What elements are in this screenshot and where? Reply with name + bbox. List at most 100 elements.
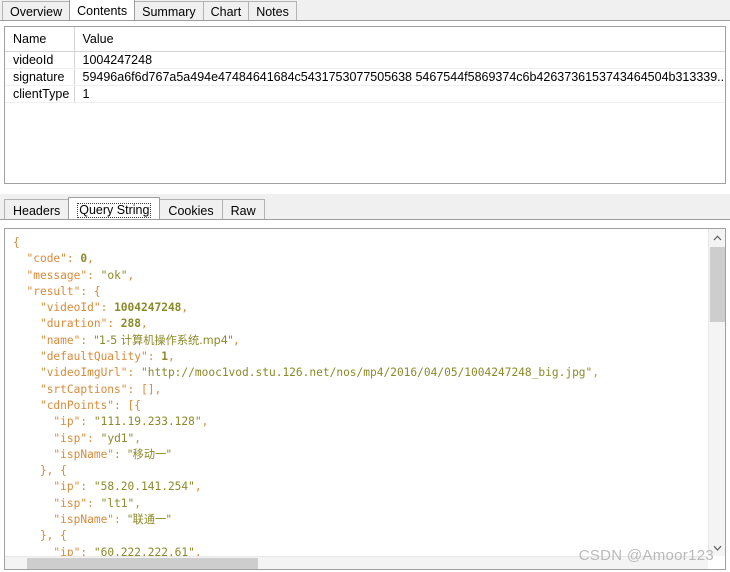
json-token: , <box>181 301 189 315</box>
tab-label: Contents <box>77 4 128 18</box>
json-token: , <box>201 415 209 429</box>
tab-label: Raw <box>230 204 256 218</box>
json-token: "ok" <box>100 268 128 282</box>
json-token: : { <box>80 284 101 298</box>
json-token: "60.222.222.61" <box>93 545 195 556</box>
json-content: { "code": 0, "message": "ok", "result": … <box>5 229 708 556</box>
json-token: "lt1" <box>100 496 135 510</box>
cell-param-value: 1 <box>74 85 725 103</box>
json-token: "联通一" <box>127 513 172 527</box>
json-scroll-area[interactable]: { "code": 0, "message": "ok", "result": … <box>5 229 708 556</box>
chevron-down-icon[interactable] <box>709 539 725 556</box>
json-token: { <box>13 236 20 249</box>
tab-summary[interactable]: Summary <box>134 1 204 20</box>
json-token: "duration" <box>39 317 108 331</box>
tab-label: Overview <box>10 5 63 19</box>
json-token: "ispName" <box>53 513 115 527</box>
column-header-name[interactable]: Name <box>5 27 75 52</box>
json-token: : <box>147 350 162 364</box>
table-row[interactable]: signature 59496a6f6d767a5a494e47484641684… <box>5 68 725 86</box>
json-token: , <box>194 480 202 494</box>
json-token: }, { <box>13 464 67 478</box>
tab-label: Cookies <box>168 204 214 218</box>
json-token: , <box>127 268 135 282</box>
cell-param-name: clientType <box>5 85 75 103</box>
json-token: "result" <box>26 284 81 298</box>
horizontal-scrollbar-thumb[interactable] <box>27 558 258 569</box>
json-token: "yd1" <box>100 431 135 445</box>
json-token: : <box>87 431 101 445</box>
json-token: "1-5 计算机操作系统.mp4" <box>93 333 233 347</box>
json-token: : <box>127 366 141 380</box>
json-token: : <box>66 252 81 266</box>
cell-param-name: videoId <box>5 51 75 69</box>
tab-label: Chart <box>210 5 242 19</box>
table-row[interactable]: videoId 1004247248 <box>5 51 725 69</box>
tab-chart[interactable]: Chart <box>202 1 250 20</box>
json-token: "videoImgUrl" <box>39 366 128 380</box>
vertical-scrollbar[interactable] <box>708 229 725 556</box>
table-header-row: Name Value <box>5 27 725 52</box>
cell-param-name: signature <box>5 68 75 86</box>
json-token: , <box>167 350 175 364</box>
tab-label: Notes <box>256 5 289 19</box>
tab-cookies[interactable]: Cookies <box>159 199 223 219</box>
json-token: "code" <box>26 252 67 266</box>
query-params-table-panel: Name Value videoId 1004247248 signature 594… <box>4 26 726 184</box>
json-token: "message" <box>26 268 88 282</box>
contents-tabstrip: Overview Contents Summary Chart Notes <box>0 0 730 21</box>
tab-label: Summary <box>142 5 196 19</box>
tab-contents[interactable]: Contents <box>69 0 136 20</box>
json-token: , <box>134 431 142 445</box>
json-token: "srtCaptions" <box>39 382 128 396</box>
column-header-value[interactable]: Value <box>74 27 725 52</box>
json-token: , <box>194 545 202 556</box>
json-token: : <box>80 415 94 429</box>
tab-notes[interactable]: Notes <box>248 1 297 20</box>
json-token: : <box>80 333 94 347</box>
tab-overview[interactable]: Overview <box>2 1 71 20</box>
json-token: , <box>134 496 142 510</box>
json-token: }, { <box>13 529 67 543</box>
json-token: "ip" <box>53 480 81 494</box>
json-token: 1 <box>161 350 168 364</box>
tab-query-string[interactable]: Query String <box>68 197 161 219</box>
json-token: , <box>141 317 148 331</box>
table-row[interactable]: clientType 1 <box>5 85 725 103</box>
json-token: [] <box>141 382 155 396</box>
tab-headers[interactable]: Headers <box>4 199 70 219</box>
chevron-up-icon[interactable] <box>709 229 725 246</box>
json-token: "videoId" <box>39 301 101 315</box>
json-token: 1004247248 <box>114 301 182 315</box>
tab-raw[interactable]: Raw <box>221 199 265 219</box>
response-json-panel: { "code": 0, "message": "ok", "result": … <box>4 228 726 570</box>
json-token: "name" <box>39 333 81 347</box>
json-token: "isp" <box>53 431 88 445</box>
vertical-scrollbar-thumb[interactable] <box>710 247 725 322</box>
json-token: "http://mooc1vod.stu.126.net/nos/mp4/201… <box>141 366 593 380</box>
json-token: 288 <box>120 317 142 331</box>
json-token: : <box>87 496 101 510</box>
json-token: : <box>80 545 94 556</box>
json-token: : [{ <box>114 398 141 412</box>
horizontal-scrollbar[interactable] <box>5 556 708 569</box>
json-token: : <box>80 480 94 494</box>
json-token: "111.19.233.128" <box>93 415 202 429</box>
json-token: "cdnPoints" <box>39 398 115 412</box>
query-params-table: Name Value videoId 1004247248 signature 594… <box>5 27 725 103</box>
json-token: "58.20.141.254" <box>93 480 195 494</box>
json-token: : <box>107 317 121 331</box>
